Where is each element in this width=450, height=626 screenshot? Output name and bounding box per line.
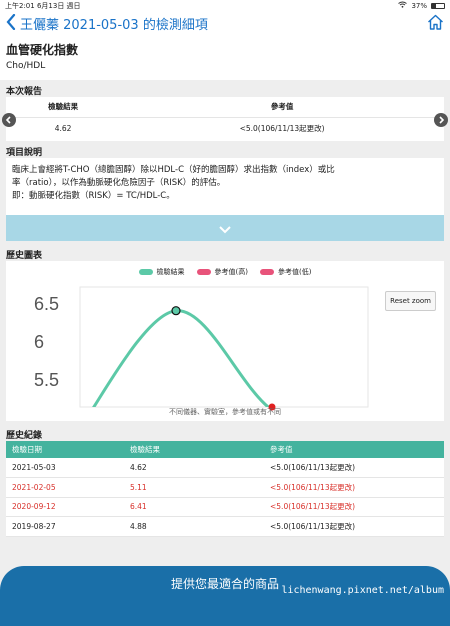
description-line: 臨床上會經將T-CHO（總膽固醇）除以HDL-C（好的膽固醇）求出指數（inde… bbox=[12, 164, 438, 177]
plot-area bbox=[80, 287, 368, 407]
description-section-title: 項目說明 bbox=[0, 141, 450, 158]
battery-icon bbox=[431, 3, 445, 9]
history-cell-ref: <5.0(106/11/13起更改) bbox=[264, 517, 444, 537]
history-cell-result: 5.11 bbox=[124, 478, 264, 498]
history-section-title: 歷史紀錄 bbox=[0, 424, 450, 441]
history-cell-ref: <5.0(106/11/13起更改) bbox=[264, 458, 444, 478]
home-icon[interactable] bbox=[427, 14, 444, 34]
history-header-date: 檢驗日期 bbox=[6, 441, 124, 458]
chevron-left-icon[interactable] bbox=[6, 14, 16, 34]
next-arrow-icon[interactable] bbox=[434, 113, 448, 127]
report-reference: <5.0(106/11/13起更改) bbox=[120, 117, 444, 139]
description-line: 即：動脈硬化指數（RISK）= TC/HDL-C。 bbox=[12, 190, 438, 203]
y-tick-label: 6 bbox=[34, 332, 44, 352]
table-row: 2021-05-034.62<5.0(106/11/13起更改) bbox=[6, 458, 444, 478]
history-table: 檢驗日期 檢驗結果 參考值 2021-05-034.62<5.0(106/11/… bbox=[6, 441, 444, 537]
series-line-result bbox=[80, 311, 368, 413]
history-header-row: 檢驗日期 檢驗結果 參考值 bbox=[6, 441, 444, 458]
test-code: Cho/HDL bbox=[6, 61, 444, 71]
history-cell-result: 4.88 bbox=[124, 517, 264, 537]
reset-zoom-button[interactable]: Reset zoom bbox=[385, 291, 436, 311]
history-chart: 檢驗結果 參考值(高) 參考值(低) 6.565.5 Reset zoom 不同… bbox=[6, 261, 444, 421]
history-header-reference: 參考值 bbox=[264, 441, 444, 458]
chart-note: 不同儀器、實驗室，參考值或有不同 bbox=[6, 407, 444, 417]
report-section-title: 本次報告 bbox=[0, 80, 450, 97]
history-cell-date: 2020-09-12 bbox=[6, 497, 124, 517]
table-row: 2020-09-126.41<5.0(106/11/13起更改) bbox=[6, 497, 444, 517]
history-header-result: 檢驗結果 bbox=[124, 441, 264, 458]
battery-percent: 37% bbox=[411, 2, 427, 10]
test-header: 血管硬化指數 Cho/HDL bbox=[0, 36, 450, 80]
report-table: 檢驗結果 參考值 4.62 <5.0(106/11/13起更改) bbox=[6, 97, 444, 139]
report-header-result: 檢驗結果 bbox=[6, 97, 120, 117]
status-bar: 上午2:01 6月13日 週日 37% bbox=[0, 0, 450, 11]
table-row: 2021-02-055.11<5.0(106/11/13起更改) bbox=[6, 478, 444, 498]
history-cell-date: 2021-02-05 bbox=[6, 478, 124, 498]
nav-title: 王儷蓁 2021-05-03 的檢測細項 bbox=[20, 14, 208, 33]
status-date: 6月13日 週日 bbox=[37, 2, 81, 10]
table-row: 2019-08-274.88<5.0(106/11/13起更改) bbox=[6, 517, 444, 537]
chart-section-title: 歷史圖表 bbox=[0, 244, 450, 261]
recommend-products-label: 提供您最適合的商品 bbox=[171, 577, 279, 591]
prev-arrow-icon[interactable] bbox=[2, 113, 16, 127]
expand-button[interactable] bbox=[6, 215, 444, 241]
status-time: 上午2:01 bbox=[5, 2, 35, 10]
history-cell-ref: <5.0(106/11/13起更改) bbox=[264, 497, 444, 517]
watermark: lichenwang.pixnet.net/album bbox=[281, 585, 444, 596]
y-tick-label: 5.5 bbox=[34, 370, 59, 390]
history-cell-date: 2019-08-27 bbox=[6, 517, 124, 537]
history-card: 檢驗日期 檢驗結果 參考值 2021-05-034.62<5.0(106/11/… bbox=[6, 441, 444, 537]
report-card: 檢驗結果 參考值 4.62 <5.0(106/11/13起更改) bbox=[6, 97, 444, 141]
nav-bar: 王儷蓁 2021-05-03 的檢測細項 bbox=[0, 11, 450, 36]
chart-plot: 6.5 6 5.5 bbox=[6, 273, 432, 413]
history-cell-date: 2021-05-03 bbox=[6, 458, 124, 478]
chevron-down-icon bbox=[219, 219, 231, 238]
recommend-products-button[interactable]: 提供您最適合的商品 bbox=[0, 566, 450, 626]
test-name: 血管硬化指數 bbox=[6, 41, 444, 58]
history-cell-ref: <5.0(106/11/13起更改) bbox=[264, 478, 444, 498]
y-tick-label: 6.5 bbox=[34, 294, 59, 314]
data-point[interactable] bbox=[172, 307, 180, 315]
report-header-reference: 參考值 bbox=[120, 97, 444, 117]
description-line: 率（ratio），以作為動脈硬化危險因子（RISK）的評估。 bbox=[12, 177, 438, 190]
report-result: 4.62 bbox=[6, 117, 120, 139]
wifi-icon bbox=[398, 1, 407, 10]
history-cell-result: 6.41 bbox=[124, 497, 264, 517]
history-cell-result: 4.62 bbox=[124, 458, 264, 478]
description-card: 臨床上會經將T-CHO（總膽固醇）除以HDL-C（好的膽固醇）求出指數（inde… bbox=[6, 158, 444, 215]
